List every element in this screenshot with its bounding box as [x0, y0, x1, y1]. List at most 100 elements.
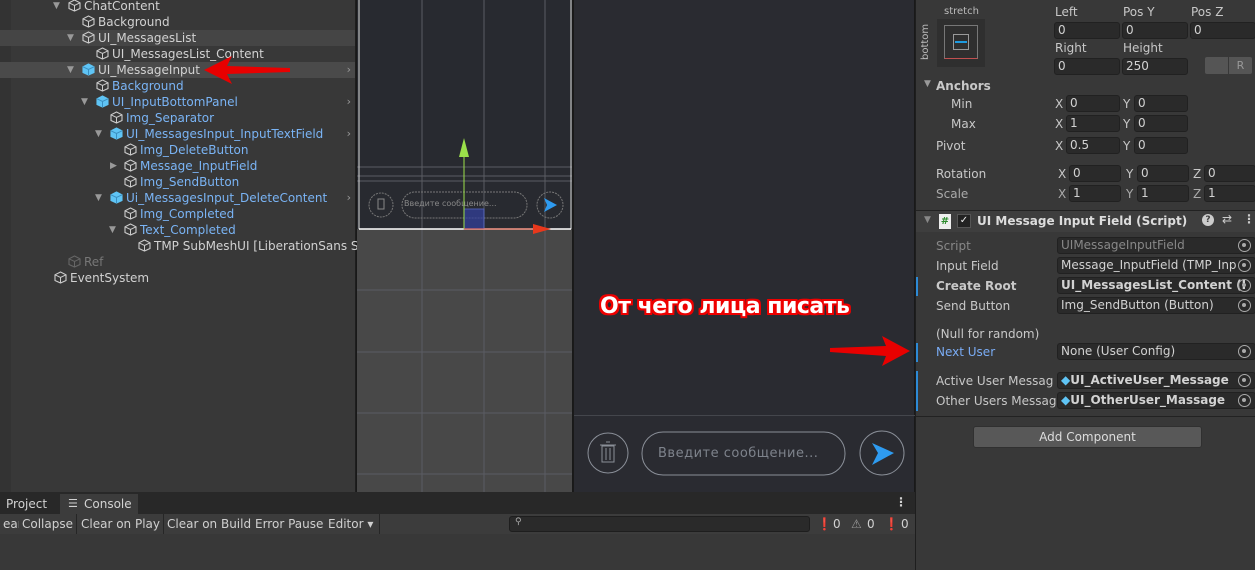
- chevron-right-icon[interactable]: ›: [347, 94, 351, 110]
- add-component-button[interactable]: Add Component: [973, 426, 1202, 448]
- scale-z[interactable]: 1: [1204, 185, 1255, 202]
- expand-arrow-icon[interactable]: ▼: [95, 190, 102, 206]
- hierarchy-item[interactable]: ▼ Text_Completed: [0, 222, 355, 238]
- anchors-foldout-icon[interactable]: ▼: [924, 79, 931, 89]
- component-header[interactable]: ▼ # ✓ UI Message Input Field (Script) ? …: [916, 211, 1255, 232]
- left-field[interactable]: 0: [1054, 22, 1120, 39]
- log-count: 0: [833, 517, 841, 531]
- trash-icon: [600, 441, 616, 463]
- collapse-button[interactable]: Collapse: [19, 514, 77, 534]
- anchor-min-x[interactable]: 0: [1066, 95, 1120, 112]
- right-field[interactable]: 0: [1054, 58, 1120, 75]
- raw-edit-button[interactable]: R: [1229, 57, 1252, 74]
- object-picker-icon[interactable]: [1238, 345, 1251, 358]
- hierarchy-item[interactable]: Img_Completed: [0, 206, 355, 222]
- presets-icon[interactable]: ⇄: [1222, 212, 1232, 226]
- field-value-text: Img_SendButton (Button): [1061, 298, 1214, 312]
- field-value[interactable]: UI_MessagesList_Content (I: [1057, 277, 1255, 294]
- expand-arrow-icon[interactable]: ▼: [109, 222, 116, 238]
- next-user-value: None (User Config): [1061, 344, 1176, 358]
- hierarchy-item[interactable]: Ref: [0, 254, 355, 270]
- anchors-label[interactable]: Anchors: [936, 79, 991, 93]
- pivot-x[interactable]: 0.5: [1066, 137, 1120, 154]
- chevron-right-icon[interactable]: ›: [347, 190, 351, 206]
- error-pause-button[interactable]: Error Pause: [252, 514, 328, 534]
- expand-arrow-icon[interactable]: ▼: [95, 126, 102, 142]
- blueprint-mode-button[interactable]: [1205, 57, 1228, 74]
- foldout-icon[interactable]: ▼: [924, 215, 931, 225]
- hierarchy-item[interactable]: ▼ UI_MessageInput ›: [0, 62, 355, 78]
- hierarchy-item[interactable]: ▼ ChatContent: [0, 0, 355, 14]
- rotation-x[interactable]: 0: [1069, 165, 1121, 182]
- hierarchy-item-label: Background: [98, 15, 170, 29]
- chevron-right-icon[interactable]: ›: [347, 126, 351, 142]
- anchor-max-x[interactable]: 1: [1066, 115, 1120, 132]
- info-icon[interactable]: ❗: [817, 514, 832, 534]
- enabled-checkbox[interactable]: ✓: [957, 214, 971, 228]
- warning-icon[interactable]: ⚠: [851, 514, 862, 534]
- next-user-field[interactable]: None (User Config): [1057, 343, 1255, 360]
- help-icon[interactable]: ?: [1202, 214, 1214, 226]
- object-picker-icon[interactable]: [1238, 299, 1251, 312]
- hierarchy-item[interactable]: Background: [0, 78, 355, 94]
- object-picker-icon[interactable]: [1238, 394, 1251, 407]
- rotation-y[interactable]: 0: [1137, 165, 1189, 182]
- clear-on-play-button[interactable]: Clear on Play: [78, 514, 164, 534]
- editor-dropdown[interactable]: Editor ▾: [325, 514, 381, 534]
- expand-arrow-icon[interactable]: ▼: [53, 0, 60, 14]
- send-icon: [872, 443, 894, 465]
- rotation-z[interactable]: 0: [1204, 165, 1255, 182]
- hierarchy-item[interactable]: UI_MessagesList_Content: [0, 46, 355, 62]
- scene-view[interactable]: Введите сообщение...: [357, 0, 572, 492]
- hierarchy-item[interactable]: ▼ Ui_MessagesInput_DeleteContent ›: [0, 190, 355, 206]
- tab-console[interactable]: ☰ Console: [60, 494, 138, 514]
- scale-y[interactable]: 1: [1137, 185, 1189, 202]
- field-value[interactable]: Message_InputField (TMP_Inp: [1057, 257, 1255, 274]
- game-view[interactable]: Введите сообщение...: [573, 0, 915, 492]
- more-options-icon[interactable]: ⋮: [1243, 212, 1255, 226]
- axis-x: X: [1058, 187, 1067, 201]
- hierarchy-item[interactable]: ▼ UI_InputBottomPanel ›: [0, 94, 355, 110]
- hierarchy-item[interactable]: ▼ UI_MessagesInput_InputTextField ›: [0, 126, 355, 142]
- anchor-max-y[interactable]: 0: [1134, 115, 1188, 132]
- panel-menu-icon[interactable]: ⋮: [895, 495, 907, 509]
- hierarchy-item[interactable]: Img_SendButton: [0, 174, 355, 190]
- anchor-preset-button[interactable]: [937, 19, 985, 67]
- hierarchy-item[interactable]: Img_DeleteButton: [0, 142, 355, 158]
- hierarchy-item[interactable]: Img_Separator: [0, 110, 355, 126]
- object-picker-icon[interactable]: [1238, 239, 1251, 252]
- collapse-arrow-icon[interactable]: ▶: [110, 158, 117, 174]
- anchor-min-y[interactable]: 0: [1134, 95, 1188, 112]
- hierarchy-item[interactable]: TMP SubMeshUI [LiberationSans SI: [0, 238, 362, 254]
- posy-field[interactable]: 0: [1122, 22, 1188, 39]
- object-picker-icon[interactable]: [1238, 259, 1251, 272]
- message-prefab-field[interactable]: ◆UI_ActiveUser_Message: [1057, 372, 1255, 389]
- chevron-right-icon[interactable]: ›: [347, 62, 351, 78]
- message-prefab-field[interactable]: ◆UI_OtherUser_Massage: [1057, 392, 1255, 409]
- hierarchy-item[interactable]: Background: [0, 14, 355, 30]
- console-search[interactable]: ⚲: [509, 516, 810, 532]
- error-icon[interactable]: ❗: [884, 514, 899, 534]
- posz-field[interactable]: 0: [1190, 22, 1255, 39]
- scale-x[interactable]: 1: [1069, 185, 1121, 202]
- hierarchy-item[interactable]: ▼ UI_MessagesList: [0, 30, 355, 46]
- height-field[interactable]: 250: [1122, 58, 1188, 75]
- error-count: 0: [901, 517, 909, 531]
- right-label: Right: [1055, 41, 1087, 55]
- red-arrow-icon: [830, 336, 910, 366]
- hierarchy-item[interactable]: ▶ Message_InputField: [0, 158, 355, 174]
- expand-arrow-icon[interactable]: ▼: [81, 94, 88, 110]
- hierarchy-item-label: EventSystem: [70, 271, 150, 285]
- move-y-arrow-icon: [459, 138, 469, 157]
- expand-arrow-icon[interactable]: ▼: [67, 62, 74, 78]
- field-value[interactable]: Img_SendButton (Button): [1057, 297, 1255, 314]
- object-picker-icon[interactable]: [1238, 374, 1251, 387]
- hierarchy-item[interactable]: EventSystem: [0, 270, 355, 286]
- rect-handle: [463, 208, 485, 230]
- pivot-y[interactable]: 0: [1134, 137, 1188, 154]
- message-input-placeholder[interactable]: Введите сообщение...: [658, 446, 818, 461]
- object-picker-icon[interactable]: [1238, 279, 1251, 292]
- tab-project[interactable]: Project: [0, 494, 53, 514]
- clear-on-build-button[interactable]: Clear on Build: [164, 514, 256, 534]
- expand-arrow-icon[interactable]: ▼: [67, 30, 74, 46]
